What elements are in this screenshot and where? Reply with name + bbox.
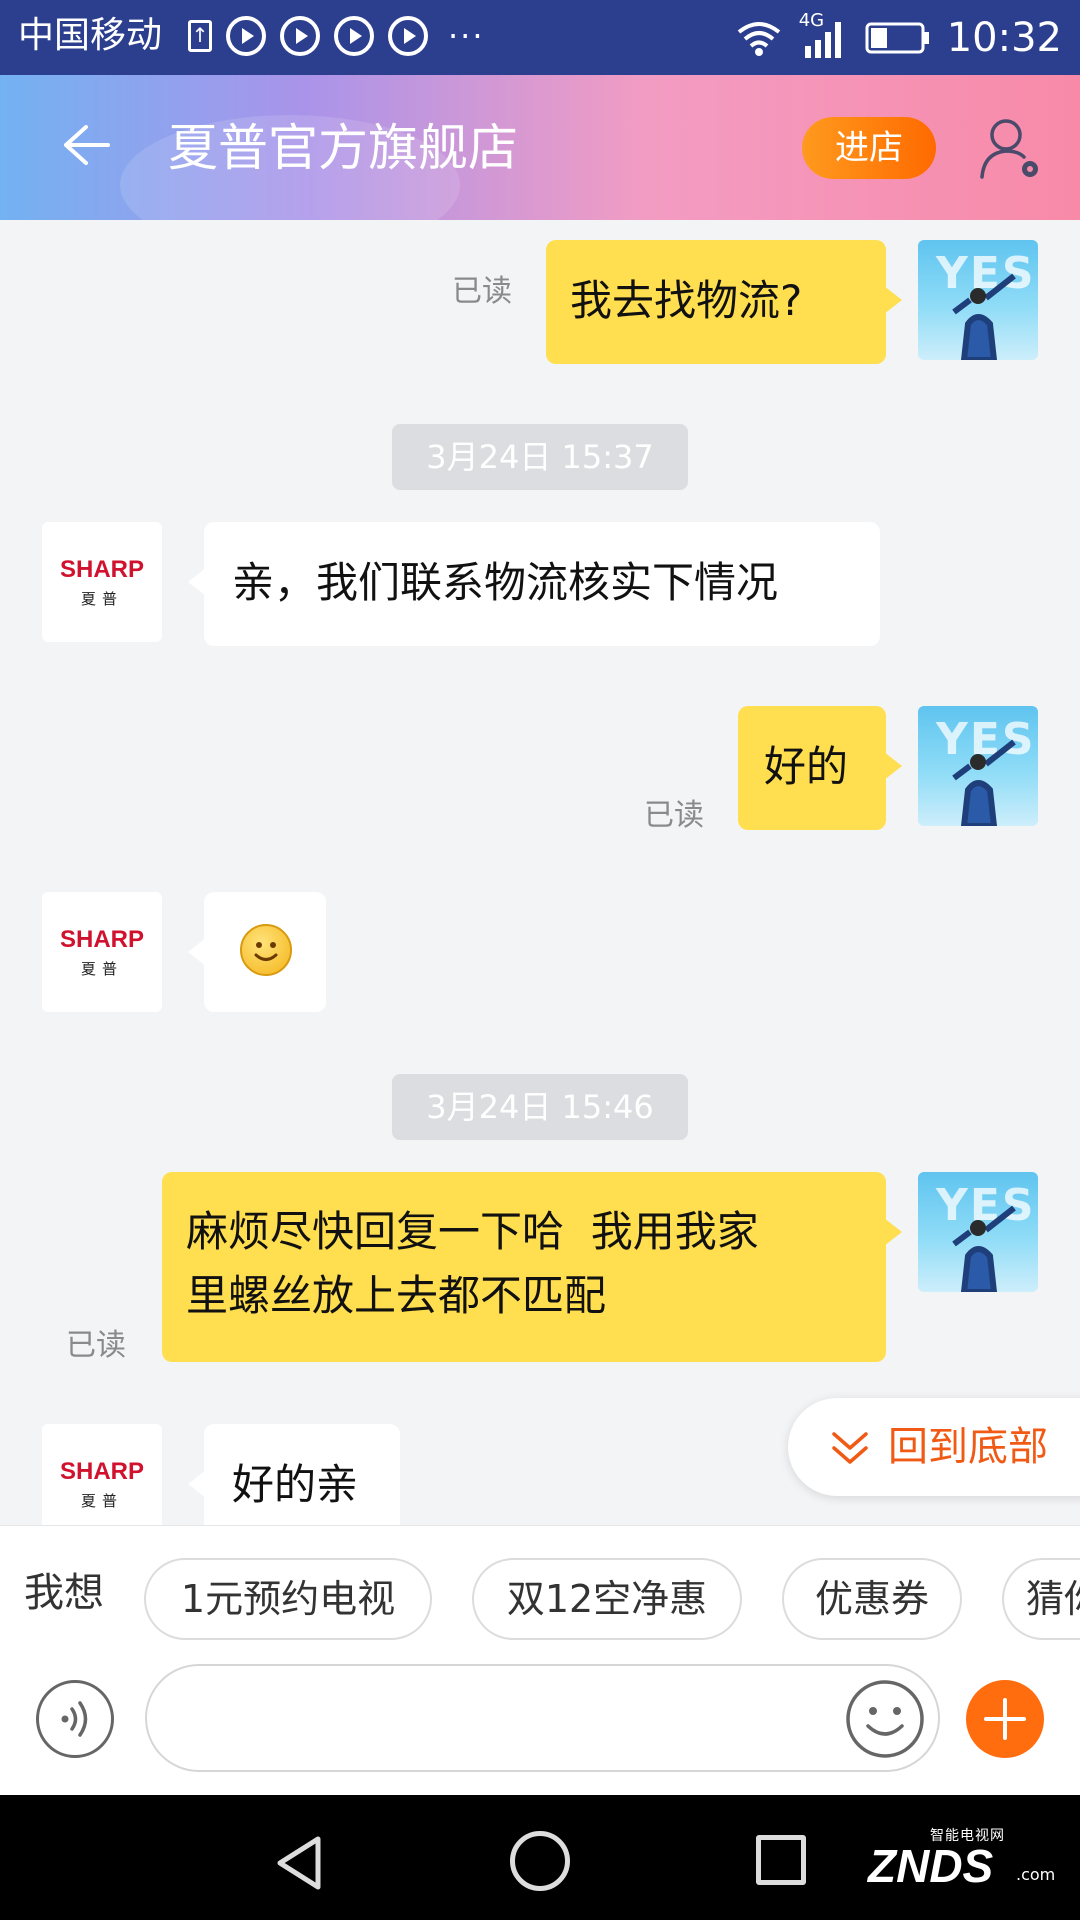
battery-icon xyxy=(865,22,929,54)
timestamp: 3月24日 15:46 xyxy=(392,1074,688,1140)
back-arrow-icon[interactable] xyxy=(52,115,112,175)
chevron-down-icon xyxy=(832,1432,868,1464)
chat-header: 夏普官方旗舰店 进店 xyxy=(0,75,1080,220)
shop-message-bubble[interactable] xyxy=(188,892,326,1012)
emoji-icon[interactable] xyxy=(844,1678,926,1760)
sharp-logo-sub: 夏普 xyxy=(80,1491,123,1510)
chat-area[interactable]: 已读 我去找物流? YES 3月24日 15:37 SHARP 夏普 亲，我们联… xyxy=(0,220,1080,1525)
quick-reply-chip[interactable]: 1元预约电视 xyxy=(144,1558,432,1640)
status-bar: 中国移动 ↑ ··· 4G 10:32 xyxy=(0,0,1080,75)
nav-home-icon[interactable] xyxy=(510,1831,570,1891)
system-nav-bar: 智能电视网 ZNDS .com xyxy=(0,1795,1080,1920)
shop-message-bubble[interactable]: 好的亲 xyxy=(188,1424,400,1525)
upload-icon: ↑ xyxy=(188,20,212,52)
quick-reply-label: 我想 xyxy=(24,1570,104,1616)
self-avatar[interactable]: YES xyxy=(918,240,1038,360)
plus-icon xyxy=(984,1698,1026,1740)
smile-emoji-icon xyxy=(240,924,292,976)
watermark-main: ZNDS xyxy=(868,1840,994,1892)
nav-recents-icon[interactable] xyxy=(756,1835,806,1885)
back-to-bottom-button[interactable]: 回到底部 xyxy=(788,1398,1080,1496)
message-line: 里螺丝放上去都不匹配 xyxy=(186,1271,607,1320)
shop-avatar[interactable]: SHARP 夏普 xyxy=(42,1424,162,1525)
enter-shop-button[interactable]: 进店 xyxy=(802,117,936,179)
watermark-suffix: .com xyxy=(1016,1865,1056,1884)
message-line: 麻烦尽快回复一下哈 我用我家 xyxy=(186,1207,759,1256)
notification-icons: ↑ ··· xyxy=(188,16,485,56)
nav-back-icon[interactable] xyxy=(270,1833,330,1893)
quick-reply-chip[interactable]: 优惠券 xyxy=(782,1558,962,1640)
input-bar xyxy=(0,1650,1080,1795)
self-message-bubble[interactable]: 麻烦尽快回复一下哈 我用我家 里螺丝放上去都不匹配 xyxy=(162,1172,902,1362)
user-settings-icon[interactable] xyxy=(976,113,1046,183)
read-receipt: 已读 xyxy=(66,1328,126,1363)
sharp-logo: SHARP xyxy=(59,555,144,583)
read-receipt: 已读 xyxy=(452,274,512,309)
voice-input-button[interactable] xyxy=(36,1680,114,1758)
quick-reply-bar: 我想 1元预约电视 双12空净惠 优惠券 猜你 xyxy=(0,1525,1080,1651)
read-receipt: 已读 xyxy=(644,798,704,833)
back-to-bottom-label: 回到底部 xyxy=(888,1424,1048,1470)
quick-reply-chip[interactable]: 双12空净惠 xyxy=(472,1558,742,1640)
wifi-icon xyxy=(737,22,780,56)
self-message-bubble[interactable]: 我去找物流? xyxy=(546,240,902,364)
play-notification-icon xyxy=(280,16,320,56)
sharp-logo: SHARP xyxy=(59,925,144,953)
quick-reply-chip[interactable]: 猜你 xyxy=(1002,1558,1080,1640)
shop-message-bubble[interactable]: 亲，我们联系物流核实下情况 xyxy=(188,522,880,646)
play-notification-icon xyxy=(226,16,266,56)
play-notification-icon xyxy=(334,16,374,56)
status-right: 4G 10:32 xyxy=(735,10,1062,66)
shop-avatar[interactable]: SHARP 夏普 xyxy=(42,892,162,1012)
self-message-bubble[interactable]: 好的 xyxy=(738,706,902,830)
sharp-logo: SHARP xyxy=(59,1457,144,1485)
self-avatar[interactable]: YES xyxy=(918,1172,1038,1292)
self-avatar[interactable]: YES xyxy=(918,706,1038,826)
clock: 10:32 xyxy=(946,15,1062,61)
voice-icon xyxy=(61,1701,88,1737)
timestamp: 3月24日 15:37 xyxy=(392,424,688,490)
message-input[interactable] xyxy=(145,1664,940,1772)
more-options-button[interactable] xyxy=(966,1680,1044,1758)
carrier-label: 中国移动 xyxy=(18,15,163,56)
page-title: 夏普官方旗舰店 xyxy=(168,119,518,177)
more-notifications-icon: ··· xyxy=(448,17,485,55)
sharp-logo-sub: 夏普 xyxy=(80,589,123,608)
signal-icon: 4G xyxy=(799,10,849,62)
shop-avatar[interactable]: SHARP 夏普 xyxy=(42,522,162,642)
play-notification-icon xyxy=(388,16,428,56)
sharp-logo-sub: 夏普 xyxy=(80,959,123,978)
znds-watermark: 智能电视网 ZNDS .com xyxy=(868,1825,1058,1895)
